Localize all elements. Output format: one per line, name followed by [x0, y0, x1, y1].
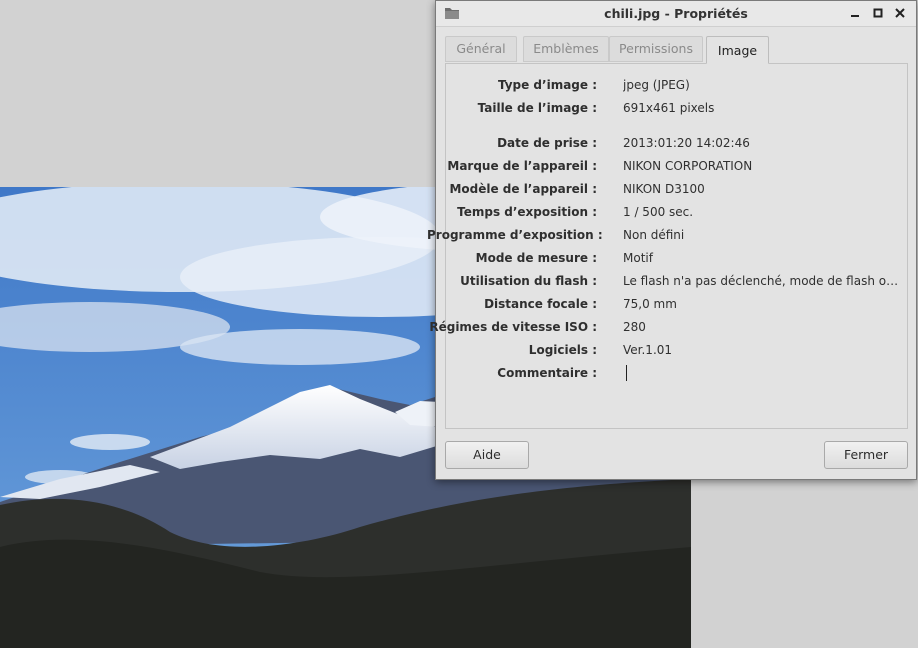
minimize-icon[interactable]	[847, 5, 863, 21]
property-value: jpeg (JPEG)	[623, 78, 690, 92]
tab-bar: Général Emblèmes Permissions Image	[445, 36, 907, 64]
comment-label: Commentaire :	[497, 366, 597, 380]
property-row-type: Type d’image : jpeg (JPEG)	[446, 78, 907, 96]
help-button[interactable]: Aide	[445, 441, 529, 469]
property-row-date: Date de prise : 2013:01:20 14:02:46	[446, 136, 907, 154]
property-row-camera-model: Modèle de l’appareil : NIKON D3100	[446, 182, 907, 200]
property-row-flash: Utilisation du flash : Le flash n'a pas …	[446, 274, 907, 292]
property-value: 691x461 pixels	[623, 101, 715, 115]
property-label: Mode de mesure :	[475, 251, 597, 265]
tab-emblems[interactable]: Emblèmes	[523, 36, 609, 62]
comment-input[interactable]	[623, 364, 893, 382]
maximize-icon[interactable]	[870, 5, 886, 21]
tab-image[interactable]: Image	[706, 36, 769, 64]
property-value: NIKON D3100	[623, 182, 705, 196]
property-label: Taille de l’image :	[477, 101, 597, 115]
property-value: 75,0 mm	[623, 297, 677, 311]
title-bar[interactable]: chili.jpg - Propriétés	[436, 1, 916, 27]
properties-dialog: chili.jpg - Propriétés Général Emblèmes …	[427, 0, 917, 480]
property-label: Programme d’exposition :	[427, 228, 603, 242]
property-label: Logiciels :	[528, 343, 597, 357]
close-button[interactable]: Fermer	[824, 441, 908, 469]
property-label: Modèle de l’appareil :	[449, 182, 597, 196]
property-value: 1 / 500 sec.	[623, 205, 694, 219]
property-value: Non défini	[623, 228, 685, 242]
property-label: Marque de l’appareil :	[447, 159, 597, 173]
property-value: 280	[623, 320, 646, 334]
window-title: chili.jpg - Propriétés	[604, 6, 748, 21]
property-label: Temps d’exposition :	[457, 205, 597, 219]
property-value: 2013:01:20 14:02:46	[623, 136, 750, 150]
property-row-size: Taille de l’image : 691x461 pixels	[446, 101, 907, 119]
property-row-exposure-time: Temps d’exposition : 1 / 500 sec.	[446, 205, 907, 223]
property-value: NIKON CORPORATION	[623, 159, 753, 173]
property-value: Ver.1.01	[623, 343, 673, 357]
property-label: Type d’image :	[497, 78, 597, 92]
property-row-software: Logiciels : Ver.1.01	[446, 343, 907, 361]
property-label: Régimes de vitesse ISO :	[429, 320, 597, 334]
close-icon[interactable]	[892, 5, 908, 21]
property-value: Le flash n'a pas déclenché, mode de flas…	[623, 274, 903, 288]
text-caret	[626, 365, 627, 381]
image-properties-panel: Type d’image : jpeg (JPEG) Taille de l’i…	[427, 63, 908, 429]
property-value: Motif	[623, 251, 653, 265]
tab-permissions[interactable]: Permissions	[609, 36, 703, 62]
tab-general[interactable]: Général	[445, 36, 517, 62]
property-label: Distance focale :	[484, 297, 597, 311]
property-row-focal-length: Distance focale : 75,0 mm	[446, 297, 907, 315]
property-label: Utilisation du flash :	[460, 274, 597, 288]
property-row-exposure-program: Programme d’exposition : Non défini	[427, 228, 907, 246]
property-row-metering-mode: Mode de mesure : Motif	[446, 251, 907, 269]
property-label: Date de prise :	[497, 136, 597, 150]
property-row-camera-make: Marque de l’appareil : NIKON CORPORATION	[446, 159, 907, 177]
property-row-iso: Régimes de vitesse ISO : 280	[429, 320, 907, 338]
property-row-comment: Commentaire :	[446, 364, 907, 384]
